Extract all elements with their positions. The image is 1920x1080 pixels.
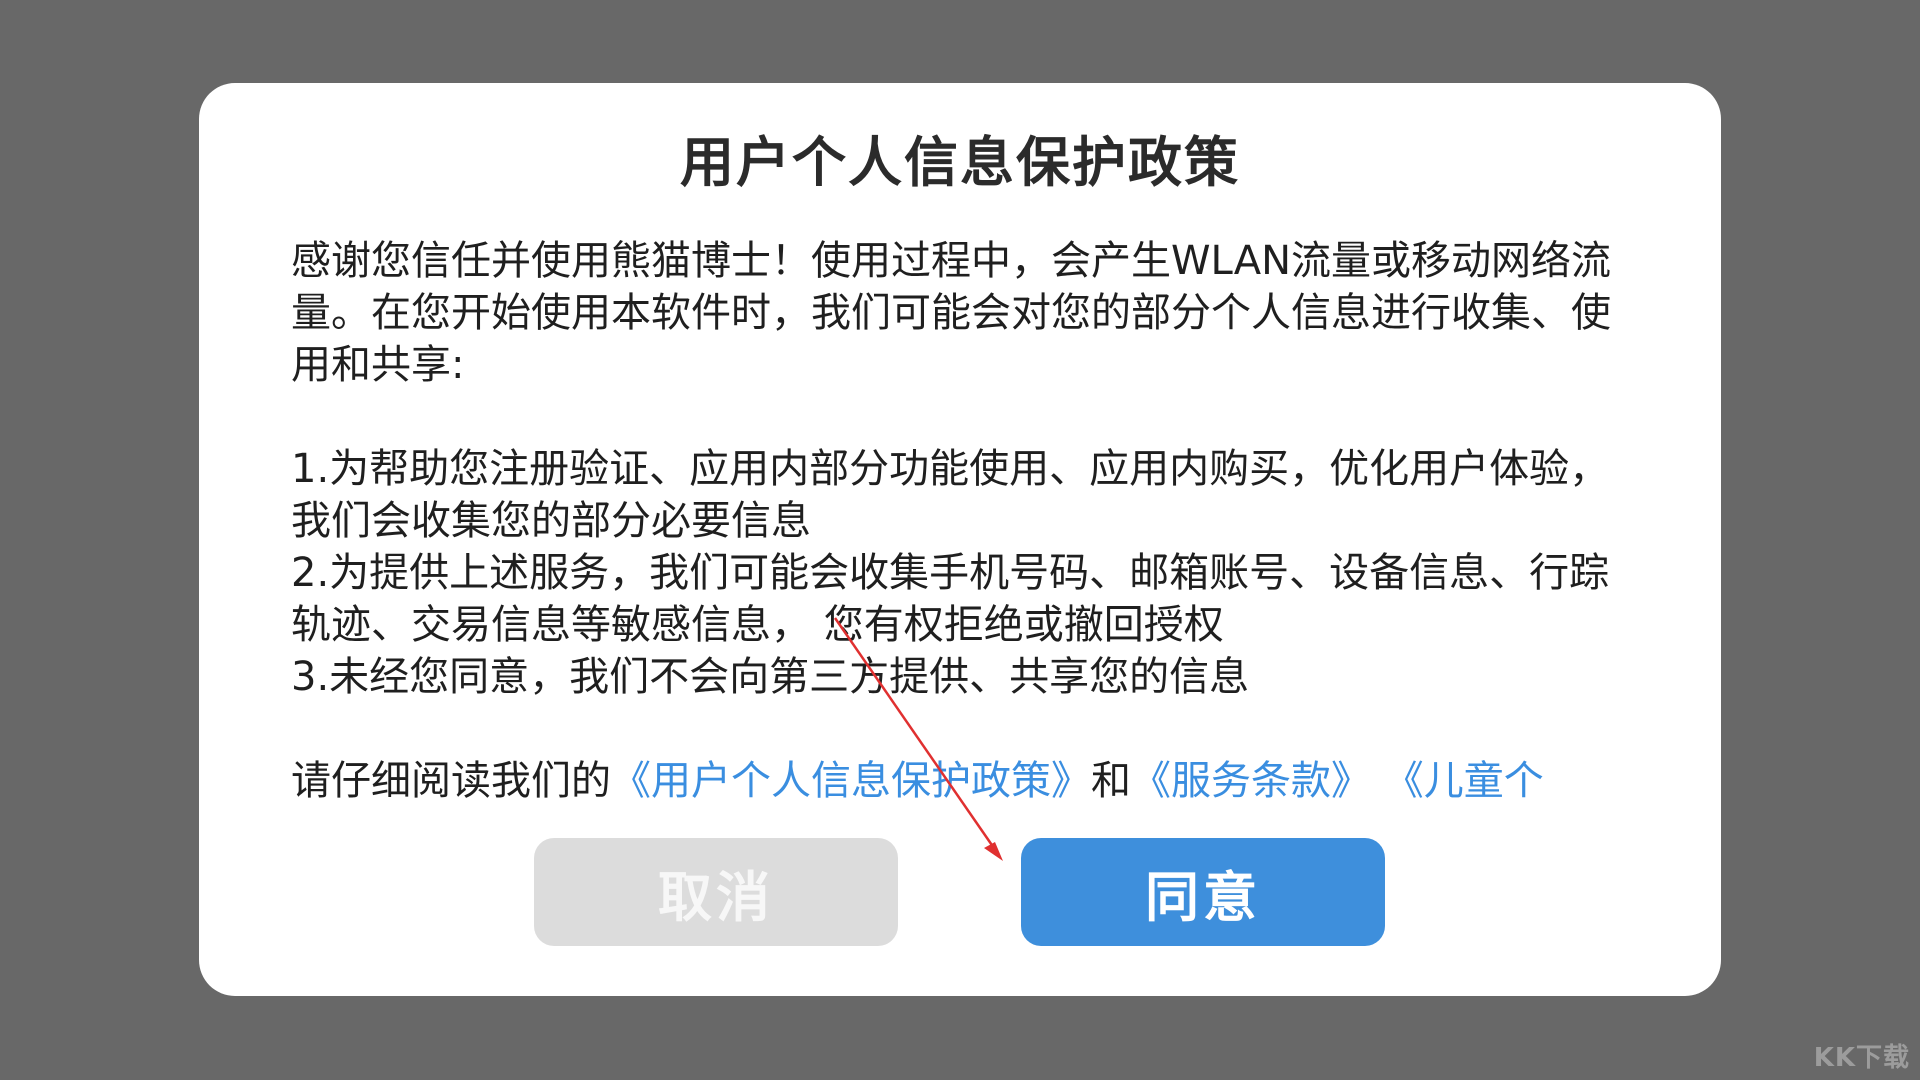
policy-item-3: 3.未经您同意，我们不会向第三方提供、共享您的信息 [291,654,1250,700]
links-and-text: 和 [1091,758,1131,804]
cancel-button[interactable]: 取消 [534,838,898,946]
privacy-policy-dialog: 用户个人信息保护政策 感谢您信任并使用熊猫博士！使用过程中，会产生WLAN流量或… [199,83,1721,996]
policy-item-1: 1.为帮助您注册验证、应用内部分功能使用、应用内购买，优化用户体验，我们会收集您… [291,446,1610,544]
privacy-policy-link[interactable]: 《用户个人信息保护政策》 [611,758,1091,804]
watermark-logo: KK下载 [1813,1043,1910,1073]
policy-item-2: 2.为提供上述服务，我们可能会收集手机号码、邮箱账号、设备信息、行踪轨迹、交易信… [291,550,1610,648]
dialog-title: 用户个人信息保护政策 [680,131,1240,194]
policy-intro-text: 感谢您信任并使用熊猫博士！使用过程中，会产生WLAN流量或移动网络流量。在您开始… [291,238,1612,388]
children-policy-link[interactable]: 《儿童个 [1384,758,1544,804]
links-prefix: 请仔细阅读我们的 [291,758,611,804]
agree-button[interactable]: 同意 [1021,838,1385,946]
policy-text-scroll-area[interactable]: 感谢您信任并使用熊猫博士！使用过程中，会产生WLAN流量或移动网络流量。在您开始… [291,235,1641,875]
terms-of-service-link[interactable]: 《服务条款》 [1131,758,1371,804]
policy-links-line: 请仔细阅读我们的《用户个人信息保护政策》和《服务条款》 《儿童个 [291,755,1641,807]
